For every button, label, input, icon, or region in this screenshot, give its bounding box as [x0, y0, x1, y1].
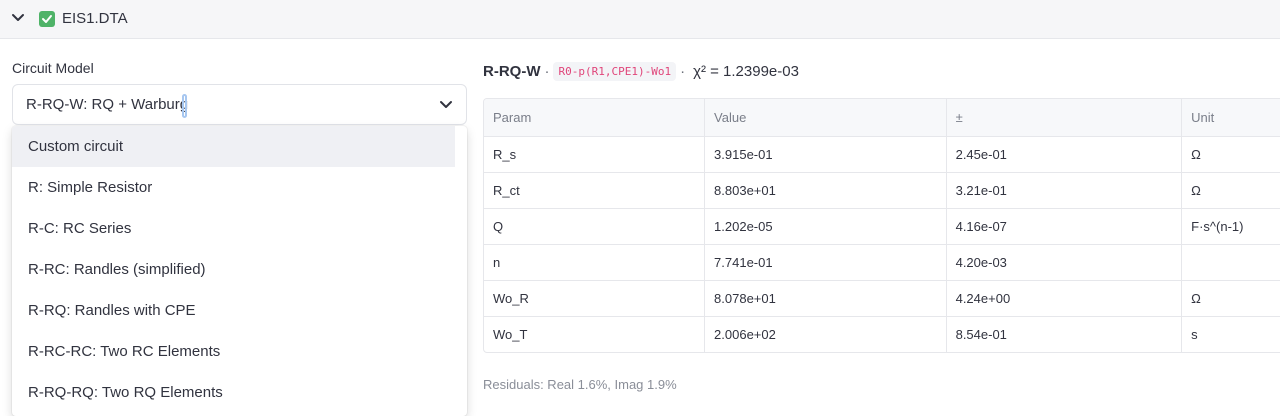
- model-name: R-RQ-W: [483, 62, 541, 80]
- file-title: EIS1.DTA: [62, 10, 128, 27]
- table-cell: 4.20e-03: [946, 244, 1183, 281]
- text-caret: [182, 94, 187, 118]
- table-cell: n: [484, 244, 706, 281]
- table-row: R_s 3.915e-01 2.45e-01 Ω: [484, 136, 1280, 173]
- dropdown-option[interactable]: R: Simple Resistor: [12, 167, 455, 208]
- params-table: Param Value ± Unit R_s 3.915e-01 2.45e-0…: [483, 98, 1280, 353]
- table-row: n 7.741e-01 4.20e-03: [484, 244, 1280, 281]
- table-cell: Wo_R: [484, 280, 706, 317]
- circuit-model-label: Circuit Model: [12, 60, 94, 76]
- column-header[interactable]: ±: [946, 99, 1183, 137]
- column-header[interactable]: Value: [704, 99, 947, 137]
- table-cell: 4.24e+00: [946, 280, 1183, 317]
- dropdown-option[interactable]: R-RC: Randles (simplified): [12, 249, 455, 290]
- table-header-row: Param Value ± Unit: [484, 99, 1280, 137]
- dropdown-option[interactable]: R-C: RC Series: [12, 208, 455, 249]
- table-cell: 4.16e-07: [946, 208, 1183, 245]
- circuit-model-dropdown[interactable]: Custom circuit R: Simple Resistor R-C: R…: [12, 126, 467, 416]
- circuit-string: R0-p(R1,CPE1)-Wo1: [553, 61, 677, 81]
- check-box-icon: [39, 11, 55, 27]
- table-cell: Wo_T: [484, 316, 706, 352]
- table-cell: Ω: [1181, 280, 1280, 317]
- table-row: Q 1.202e-05 4.16e-07 F·s^(n-1): [484, 208, 1280, 245]
- table-cell: 1.202e-05: [704, 208, 947, 245]
- dropdown-option[interactable]: R-RC-RC: Two RC Elements: [12, 331, 455, 372]
- table-cell: 2.006e+02: [704, 316, 947, 352]
- table-cell: F·s^(n-1): [1181, 208, 1280, 245]
- fit-summary: R-RQ-W · R0-p(R1,CPE1)-Wo1 · χ² = 1.2399…: [483, 60, 799, 82]
- table-row: Wo_R 8.078e+01 4.24e+00 Ω: [484, 280, 1280, 317]
- table-cell: Q: [484, 208, 706, 245]
- table-cell: R_ct: [484, 172, 706, 209]
- table-row: Wo_T 2.006e+02 8.54e-01 s: [484, 316, 1280, 352]
- dropdown-option[interactable]: R-RQ-RQ: Two RQ Elements: [12, 372, 455, 413]
- column-header[interactable]: Param: [484, 99, 706, 137]
- table-cell: s: [1181, 316, 1280, 352]
- chi-squared: χ² = 1.2399e-03: [693, 62, 799, 80]
- dropdown-option[interactable]: Custom circuit: [12, 126, 455, 167]
- table-cell: 2.45e-01: [946, 136, 1183, 173]
- table-cell: [1181, 244, 1280, 281]
- expander-header[interactable]: EIS1.DTA: [0, 0, 1280, 39]
- table-cell: 7.741e-01: [704, 244, 947, 281]
- table-cell: Ω: [1181, 172, 1280, 209]
- table-cell: 8.803e+01: [704, 172, 947, 209]
- column-header[interactable]: Unit: [1181, 99, 1280, 137]
- table-cell: 3.915e-01: [704, 136, 947, 173]
- dropdown-option[interactable]: R-RQ: Randles with CPE: [12, 290, 455, 331]
- chevron-down-icon[interactable]: [439, 98, 453, 112]
- circuit-model-selected: R-RQ-W: RQ + Warburg: [26, 96, 189, 113]
- residuals-caption: Residuals: Real 1.6%, Imag 1.9%: [483, 377, 677, 392]
- table-cell: 3.21e-01: [946, 172, 1183, 209]
- circuit-model-select[interactable]: R-RQ-W: RQ + Warburg: [12, 84, 467, 125]
- separator: ·: [680, 62, 686, 80]
- chevron-down-icon[interactable]: [11, 11, 25, 25]
- table-cell: R_s: [484, 136, 706, 173]
- table-row: R_ct 8.803e+01 3.21e-01 Ω: [484, 172, 1280, 209]
- table-cell: 8.078e+01: [704, 280, 947, 317]
- table-cell: Ω: [1181, 136, 1280, 173]
- table-cell: 8.54e-01: [946, 316, 1183, 352]
- separator: ·: [544, 62, 550, 80]
